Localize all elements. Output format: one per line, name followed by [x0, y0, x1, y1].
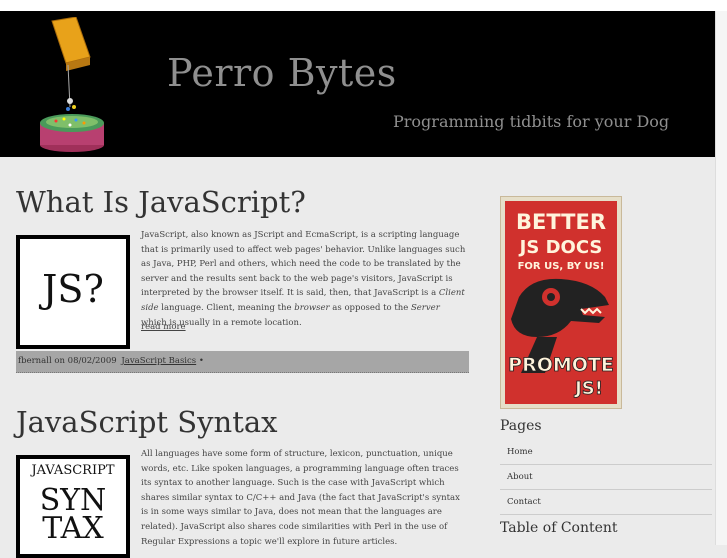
sidebar-link-label: Contact — [507, 497, 541, 507]
excerpt-text: JavaScript, also known as JScript and Ec… — [141, 230, 466, 299]
post-title[interactable]: JavaScript Syntax — [16, 405, 278, 439]
read-more-link[interactable]: read more — [141, 322, 186, 332]
sidebar-link-about[interactable]: About — [500, 465, 712, 490]
site-logo[interactable] — [32, 17, 110, 152]
post-excerpt: All languages have some form of structur… — [141, 449, 460, 547]
post-excerpt: JavaScript, also known as JScript and Ec… — [141, 228, 466, 330]
excerpt-text: as opposed to the — [329, 302, 411, 313]
thumbnail-text: JS? — [42, 267, 104, 311]
promote-js-artwork: BETTER JS DOCS FOR US, BY US! PROMOTE JS… — [505, 201, 617, 404]
post-thumbnail[interactable]: JS? — [16, 235, 130, 349]
excerpt-emphasis: browser — [294, 302, 330, 313]
post-meta-bar: fbernall on 08/02/2009 JavaScript Basics… — [16, 351, 469, 373]
excerpt-text: language. Client, meaning the — [158, 302, 295, 313]
post-author-date: fbernall on 08/02/2009 — [18, 356, 117, 366]
site-tagline: Programming tidbits for your Dog — [393, 112, 670, 131]
thumbnail-text: SYN TAX — [20, 486, 126, 546]
promo-text: JS! — [573, 378, 603, 399]
thumbnail-text: JAVASCRIPT — [31, 463, 115, 478]
sidebar-link-label: About — [507, 472, 533, 482]
site-title[interactable]: Perro Bytes — [167, 51, 397, 95]
vertical-scrollbar[interactable] — [715, 11, 727, 545]
thumbnail-line: TAX — [42, 511, 104, 546]
excerpt-emphasis: Server — [410, 302, 440, 313]
promo-text: BETTER — [516, 210, 606, 234]
promo-text: FOR US, BY US! — [518, 261, 605, 272]
top-strip — [0, 0, 727, 11]
post-title[interactable]: What Is JavaScript? — [16, 185, 306, 219]
sidebar-link-contact[interactable]: Contact — [500, 490, 712, 515]
site-header: Perro Bytes Programming tidbits for your… — [0, 11, 716, 157]
promo-text: JS DOCS — [518, 237, 603, 258]
category-link[interactable]: JavaScript Basics — [119, 356, 196, 366]
promo-text: PROMOTE — [508, 354, 614, 376]
meta-separator: • — [198, 356, 204, 366]
sidebar-link-home[interactable]: Home — [500, 440, 712, 465]
sidebar-link-label: Home — [507, 447, 533, 457]
pages-widget-title: Pages — [500, 418, 542, 434]
promote-js-banner[interactable]: BETTER JS DOCS FOR US, BY US! PROMOTE JS… — [500, 196, 622, 409]
post-thumbnail[interactable]: JAVASCRIPT SYN TAX — [16, 455, 130, 558]
toc-widget-title: Table of Content — [500, 520, 618, 536]
